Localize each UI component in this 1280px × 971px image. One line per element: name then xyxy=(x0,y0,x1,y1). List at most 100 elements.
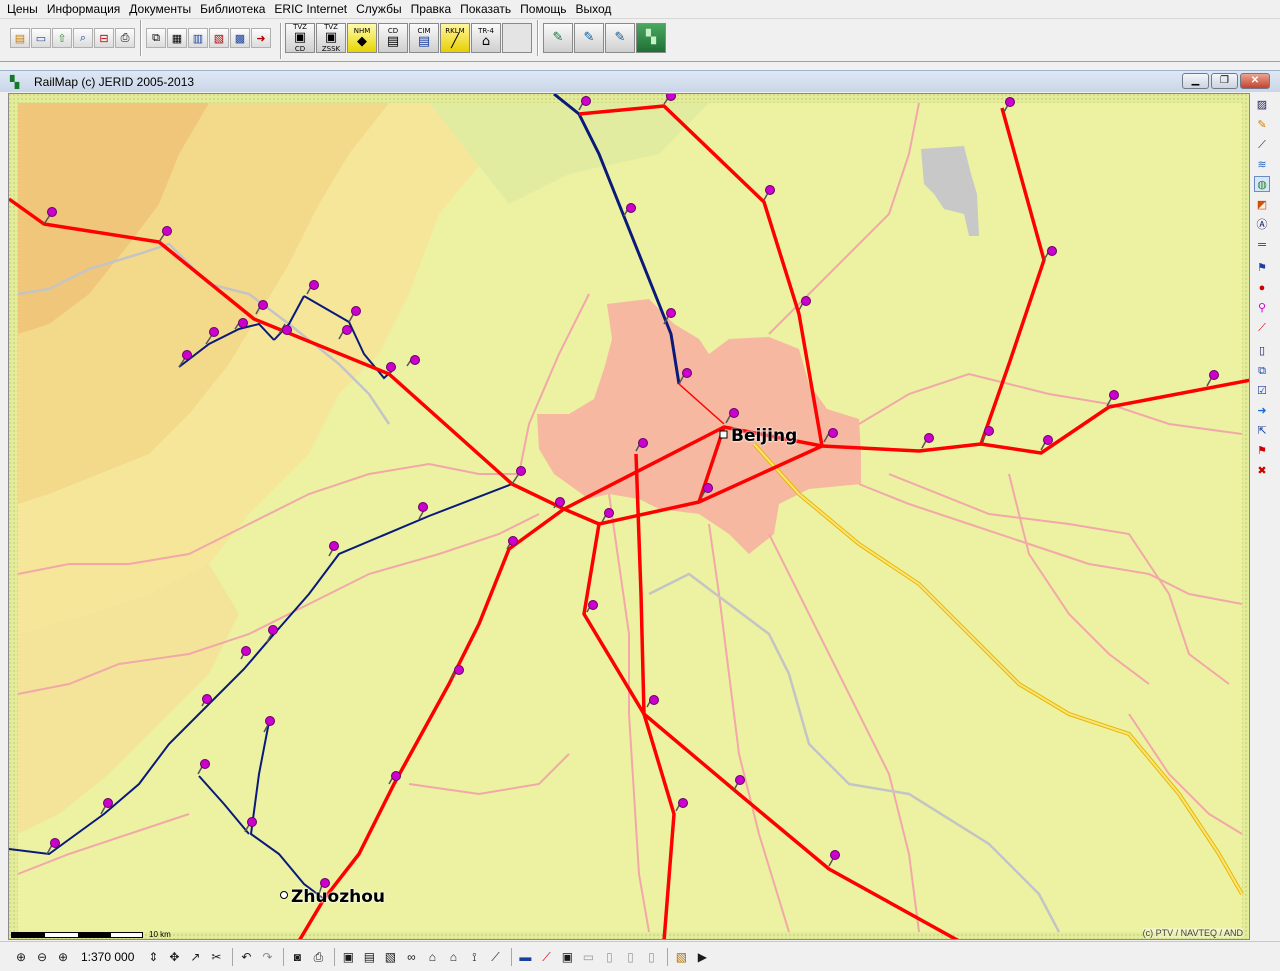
grid-icon[interactable]: ▧ xyxy=(209,28,229,48)
flag-red-icon[interactable]: ⚑ xyxy=(1254,442,1270,458)
document-grey-icon[interactable]: ▯ xyxy=(600,948,618,966)
cd-button[interactable]: CD ▤ xyxy=(378,23,408,53)
forward-page-icon[interactable]: ▶ xyxy=(693,948,711,966)
document-icon[interactable]: ▦ xyxy=(167,28,187,48)
city-label-zhuozhou[interactable]: Zhuozhou xyxy=(291,887,385,907)
status-separator xyxy=(232,947,234,966)
city-label-beijing[interactable]: Beijing xyxy=(731,426,797,446)
blank-button[interactable] xyxy=(502,23,532,53)
map-copyright: (c) PTV / NAVTEQ / AND xyxy=(1142,928,1243,938)
binoculars-icon[interactable]: ∞ xyxy=(402,948,420,966)
edit-form-button-2[interactable]: ✎ xyxy=(574,23,604,53)
scale-stepper-icon[interactable]: ⇕ xyxy=(144,948,162,966)
restore-button[interactable]: ❐ xyxy=(1211,73,1238,89)
calculator-icon: ▣ xyxy=(324,30,338,45)
calendar-icon[interactable]: ▩ xyxy=(230,28,250,48)
hatch-icon[interactable]: ▨ xyxy=(1254,96,1270,112)
ruler-icon[interactable]: ═ xyxy=(1254,236,1270,252)
edit-form-button-3[interactable]: ✎ xyxy=(605,23,635,53)
station-search-icon[interactable]: ⌂ xyxy=(423,948,441,966)
pan-mode-icon[interactable]: ↗ xyxy=(186,948,204,966)
cim-button[interactable]: CIM ▤ xyxy=(409,23,439,53)
wagon-icon[interactable]: ▬ xyxy=(516,948,534,966)
image-icon[interactable]: ▣ xyxy=(558,948,576,966)
window-title: RailMap (c) JERID 2005-2013 xyxy=(34,74,195,89)
menu-eric-internet[interactable]: ERIC Internet xyxy=(271,0,353,18)
map-canvas[interactable]: Beijing Zhuozhou 10 km (c) PTV / NAVTEQ … xyxy=(8,93,1250,940)
menu-information[interactable]: Информация xyxy=(44,0,126,18)
center-map-icon[interactable]: ⊕ xyxy=(54,948,72,966)
chart-icon[interactable]: ⟋ xyxy=(1254,136,1270,152)
status-separator xyxy=(511,947,513,966)
measure-icon[interactable]: ⟋ xyxy=(486,948,504,966)
close-button[interactable]: ✕ xyxy=(1240,73,1270,89)
map-scale[interactable]: 1:370 000 xyxy=(81,950,134,964)
check-icon[interactable]: ☑ xyxy=(1254,382,1270,398)
exit-icon[interactable]: ➜ xyxy=(251,28,271,48)
table-icon[interactable]: ▥ xyxy=(188,28,208,48)
share-icon[interactable]: ⇱ xyxy=(1254,422,1270,438)
document-edit-icon[interactable]: ▯ xyxy=(621,948,639,966)
export-icon[interactable]: ▯ xyxy=(642,948,660,966)
zoom-in-icon[interactable]: ⊕ xyxy=(12,948,30,966)
menu-help[interactable]: Помощь xyxy=(517,0,572,18)
delete-icon[interactable]: ✖ xyxy=(1254,462,1270,478)
forward-icon[interactable]: ➜ xyxy=(1254,402,1270,418)
train-icon[interactable]: ⊟ xyxy=(94,28,114,48)
zoom-out-icon[interactable]: ⊖ xyxy=(33,948,51,966)
toolbar-big-group: TVZ ▣ CD TVZ ▣ ZSSK NHM ◆ CD ▤ CIM ▤ RKL… xyxy=(285,20,667,56)
redo-icon[interactable]: ↷ xyxy=(258,948,276,966)
rklm-button[interactable]: RKLM ╱ xyxy=(440,23,470,53)
menu-documents[interactable]: Документы xyxy=(126,0,197,18)
page-icon[interactable]: ▯ xyxy=(1254,342,1270,358)
edit-form-button-1[interactable]: ✎ xyxy=(543,23,573,53)
nhm-button[interactable]: NHM ◆ xyxy=(347,23,377,53)
save-icon[interactable]: ▣ xyxy=(339,948,357,966)
open-folder-icon[interactable]: ▭ xyxy=(579,948,597,966)
copy-icon[interactable]: ⧉ xyxy=(146,28,166,48)
search-route-icon[interactable]: ⌕ xyxy=(73,28,93,48)
menu-exit[interactable]: Выход xyxy=(573,0,618,18)
cursor-icon[interactable]: ✂ xyxy=(207,948,225,966)
properties-icon[interactable]: ▤ xyxy=(360,948,378,966)
tvz-cd-button[interactable]: TVZ ▣ CD xyxy=(285,23,315,53)
layers-icon[interactable]: ≋ xyxy=(1254,156,1270,172)
pin-icon[interactable]: ● xyxy=(1254,279,1270,295)
globe-icon[interactable]: ◍ xyxy=(1254,176,1270,192)
upload-icon[interactable]: ⇧ xyxy=(52,28,72,48)
print-icon[interactable]: ⎙ xyxy=(115,28,135,48)
minimize-button[interactable]: ▁ xyxy=(1182,73,1209,89)
menu-view[interactable]: Показать xyxy=(457,0,517,18)
edit-form-icon: ✎ xyxy=(614,30,626,45)
camera-icon[interactable]: ◙ xyxy=(288,948,306,966)
copy-icon[interactable]: ⧉ xyxy=(1254,362,1270,378)
pin-edit-icon[interactable]: ⚲ xyxy=(1254,299,1270,315)
railmap-button[interactable]: ▚ xyxy=(636,23,666,53)
new-document-icon[interactable]: ▤ xyxy=(10,28,30,48)
window-controls: ▁ ❐ ✕ xyxy=(1180,73,1270,89)
status-separator xyxy=(334,947,336,966)
tvz-zssk-bottom-label: ZSSK xyxy=(321,45,341,53)
pencil-icon[interactable]: ✎ xyxy=(1254,116,1270,132)
menu-edit[interactable]: Правка xyxy=(408,0,458,18)
tvz-zssk-button[interactable]: TVZ ▣ ZSSK xyxy=(316,23,346,53)
flag-icon[interactable]: ⚑ xyxy=(1254,259,1270,275)
draw-line-icon[interactable]: ⟋ xyxy=(537,948,555,966)
route-calc-icon[interactable]: ⟟ xyxy=(465,948,483,966)
pages-icon: ▤ xyxy=(417,34,431,49)
menu-prices[interactable]: Цены xyxy=(4,0,44,18)
print-icon[interactable]: ⎙ xyxy=(309,948,327,966)
scale-bar-label: 10 km xyxy=(149,930,171,939)
hide-layer-icon[interactable]: ▧ xyxy=(381,948,399,966)
undo-icon[interactable]: ↶ xyxy=(237,948,255,966)
route-icon[interactable]: ⟋ xyxy=(1254,319,1270,335)
tr4-button[interactable]: TR-4 ⌂ xyxy=(471,23,501,53)
pan-arrows-icon[interactable]: ✥ xyxy=(165,948,183,966)
paint-icon[interactable]: ◩ xyxy=(1254,196,1270,212)
text-icon[interactable]: Ⓐ xyxy=(1254,216,1270,232)
menu-services[interactable]: Службы xyxy=(353,0,407,18)
card-icon[interactable]: ▭ xyxy=(31,28,51,48)
clipboard-icon[interactable]: ▧ xyxy=(672,948,690,966)
menu-library[interactable]: Библиотека xyxy=(197,0,271,18)
station-info-icon[interactable]: ⌂ xyxy=(444,948,462,966)
